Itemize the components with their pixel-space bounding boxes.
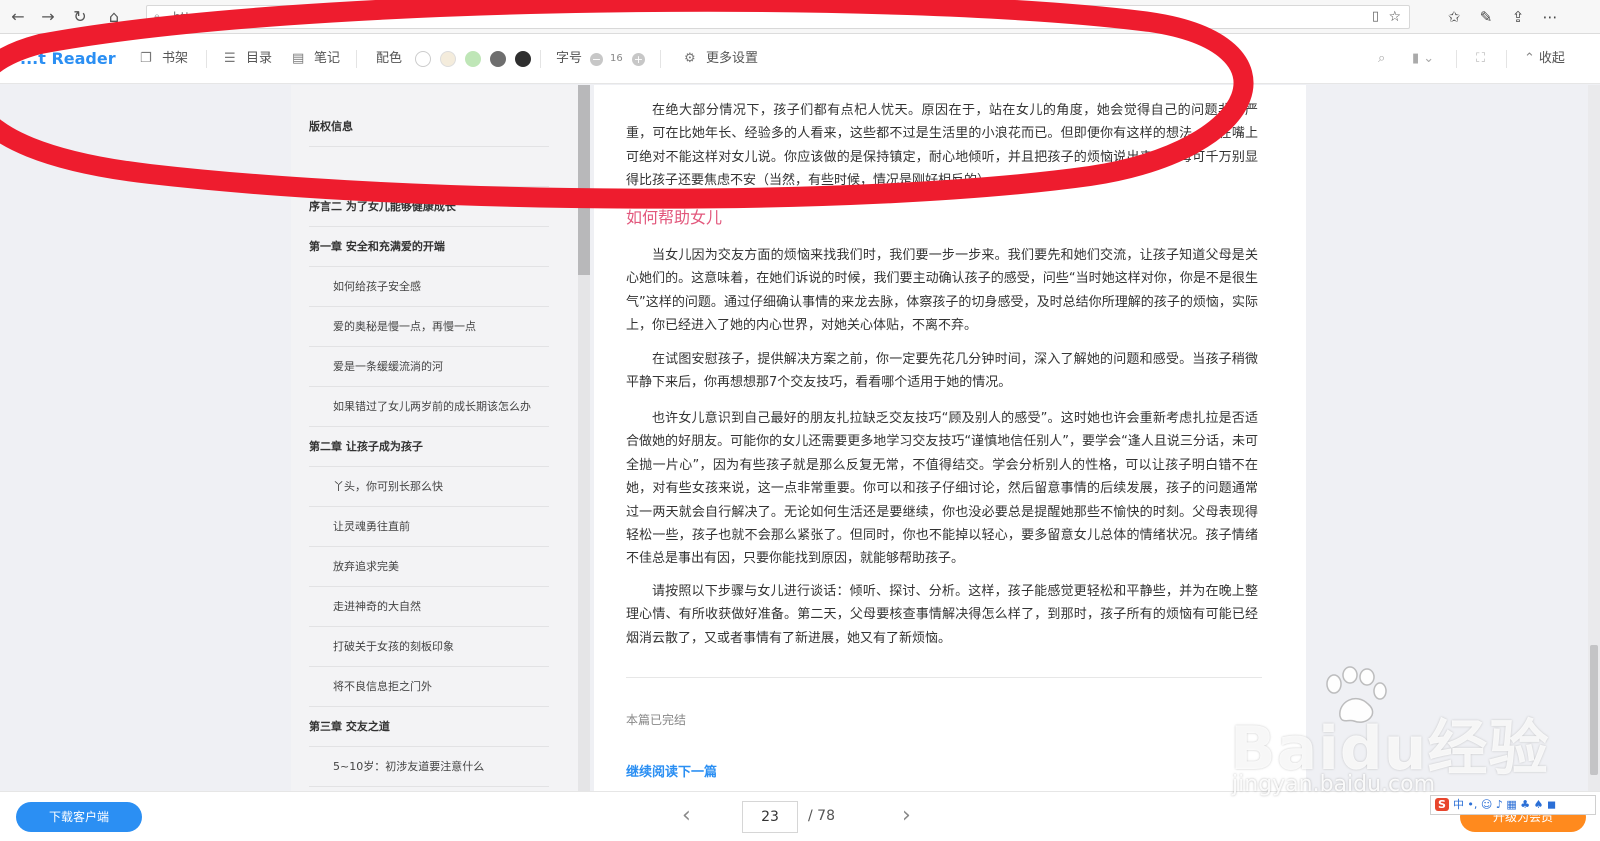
sogou-logo-icon: S [1435,798,1449,811]
reading-view-icon[interactable]: ▯ [1372,6,1379,28]
section-title: 如何帮助女儿 [626,208,723,227]
paragraph: 当女儿因为交友方面的烦恼来找我们时，我们要一步一步来。我们要先和她们交流，让孩子… [626,248,1258,334]
color-label: 配色 [376,51,403,66]
toc-item[interactable]: 放弃追求完美 [309,547,549,587]
toc-item[interactable]: 如何给孩子安全感 [309,267,549,307]
color-swatch-green[interactable] [465,51,481,67]
paragraph: 也许女儿意识到自己最好的朋友扎拉缺乏交友技巧“顾及别人的感受”。这时她也许会重新… [626,411,1258,567]
toc-item[interactable]: 如果错过了女儿两岁前的成长期该怎么办 [309,387,549,427]
toc-item[interactable]: 走进神奇的大自然 [309,587,549,627]
next-chapter-link[interactable]: 继续阅读下一篇 [626,761,717,780]
forward-icon[interactable]: → [38,7,58,27]
total-pages: / 78 [808,808,835,824]
table-of-contents: 版权信息序言二 为了女儿能够健康成长 第一章 安全和充满爱的开端 如何给孩子安全感爱… [291,85,579,791]
toc-item[interactable]: 序言二 为了女儿能够健康成长 [309,187,549,227]
toc-scrollbar[interactable] [578,85,590,791]
toc-item[interactable]: 让灵魂勇往直前 [309,507,549,547]
color-swatch-dark[interactable] [515,51,531,67]
font-size-value: 16 [610,53,623,64]
more-settings-label: 更多设置 [706,51,759,66]
collapse-button[interactable]: ⌃ 收起 [1524,49,1565,69]
more-icon[interactable]: ⋯ [1540,7,1560,27]
divider [1506,50,1507,68]
lock-icon: 🔒︎ [154,10,160,23]
gear-icon: ⚙ [684,51,696,66]
divider [660,50,661,68]
page-scrollbar-thumb[interactable] [1590,645,1598,775]
collapse-label: 收起 [1538,51,1565,66]
search-icon[interactable]: ⌕ [1378,49,1385,69]
ime-status: 中 •, ☺ ♪ ▦ ♣ ♠ ◼ [1452,798,1557,811]
color-swatch-beige[interactable] [440,51,456,67]
notes-icon: ▤ [292,51,305,66]
toc-item[interactable]: 打破关于女孩的刻板印象 [309,627,549,667]
chevron-up-icon: ⌃ [1524,51,1535,66]
app-logo: ...t Reader [20,49,116,68]
fullscreen-icon[interactable]: ⛶ [1476,49,1485,69]
color-swatch-gray[interactable] [490,51,506,67]
page-number-input[interactable]: 23 [742,801,798,833]
minus-icon: − [590,53,603,66]
plus-icon: + [632,53,645,66]
bookshelf-icon: ❐ [140,51,152,66]
divider [626,677,1262,678]
address-url: https://ww... [173,10,246,24]
toc-item[interactable]: 版权信息 [309,107,549,147]
reader-toolbar: ...t Reader ❐ 书架 ☰ 目录 ▤ 笔记 配色 字号 − 16 + ⚙ 更多… [0,34,1600,84]
notes-button[interactable]: ▤ 笔记 [292,49,340,69]
address-bar[interactable]: 🔒︎ https://ww... ▯ ☆ [146,5,1410,29]
font-size-label: 字号 [556,51,583,66]
toc-item[interactable]: 爱是一条缓缓流淌的河 [309,347,549,387]
page-scrollbar[interactable] [1588,85,1600,791]
bookshelf-button[interactable]: ❐ 书架 [140,49,188,69]
toc-scrollbar-thumb[interactable] [578,85,590,275]
font-size-decrease-button[interactable]: − [590,49,603,69]
notes-label: 笔记 [314,51,341,66]
reading-pane: 在绝大部分情况下，孩子们都有点杞人忧天。原因在于，站在女儿的角度，她会觉得自己的… [594,85,1306,791]
toc-item[interactable]: 丫头，你可别长那么快 [309,467,549,507]
browser-chrome: ← → ↻ ⌂ 🔒︎ https://ww... ▯ ☆ ✩ ✎ ⇪ ⋯ [0,0,1600,34]
divider [1456,50,1457,68]
chapter-finished-label: 本篇已完结 [626,713,687,727]
next-page-icon[interactable]: › [902,804,911,828]
pen-icon[interactable]: ✎ [1476,7,1496,27]
toc-item[interactable]: 第一章 安全和充满爱的开端 [309,227,549,267]
bookmark-icon[interactable]: ▮ ⌄ [1412,49,1434,69]
reload-icon[interactable]: ↻ [70,7,90,27]
footer-bar: 下载客户端 ‹ 23 / 78 › 升级为会员 [0,791,1600,841]
toc-item[interactable]: 5~10岁：初涉友道要注意什么 [309,747,549,787]
paragraph: 请按照以下步骤与女儿进行谈话：倾听、探讨、分析。这样，孩子能感觉更轻松和平静些，… [626,584,1258,646]
more-settings-button[interactable]: ⚙ 更多设置 [684,49,758,69]
toc-item[interactable]: 爱的奥秘是慢一点，再慢一点 [309,307,549,347]
bookshelf-label: 书架 [162,51,189,66]
toc-item[interactable]: 第二章 让孩子成为孩子 [309,427,549,467]
font-size-increase-button[interactable]: + [632,49,645,69]
divider [206,50,207,68]
toc-item[interactable] [309,147,549,187]
toc-item[interactable]: 将不良信息拒之门外 [309,667,549,707]
favorites-list-icon[interactable]: ✩ [1444,7,1464,27]
color-swatch-white[interactable] [415,51,431,67]
divider [356,50,357,68]
list-icon: ☰ [224,51,236,66]
divider [540,50,541,68]
ime-toolbar[interactable]: S中 •, ☺ ♪ ▦ ♣ ♠ ◼ [1430,795,1596,815]
catalog-label: 目录 [246,51,273,66]
toc-item[interactable]: 第三章 交友之道 [309,707,549,747]
catalog-button[interactable]: ☰ 目录 [224,49,272,69]
paragraph: 在绝大部分情况下，孩子们都有点杞人忧天。原因在于，站在女儿的角度，她会觉得自己的… [626,103,1258,189]
download-client-button[interactable]: 下载客户端 [16,802,142,832]
home-icon[interactable]: ⌂ [104,7,124,27]
share-icon[interactable]: ⇪ [1508,7,1528,27]
watermark-url: jingyan.baidu.com [1232,772,1436,797]
previous-page-icon[interactable]: ‹ [682,804,691,828]
back-icon[interactable]: ← [8,7,28,27]
paragraph: 在试图安慰孩子，提供解决方案之前，你一定要先花几分钟时间，深入了解她的问题和感受… [626,352,1258,391]
favorite-star-icon[interactable]: ☆ [1388,6,1401,28]
